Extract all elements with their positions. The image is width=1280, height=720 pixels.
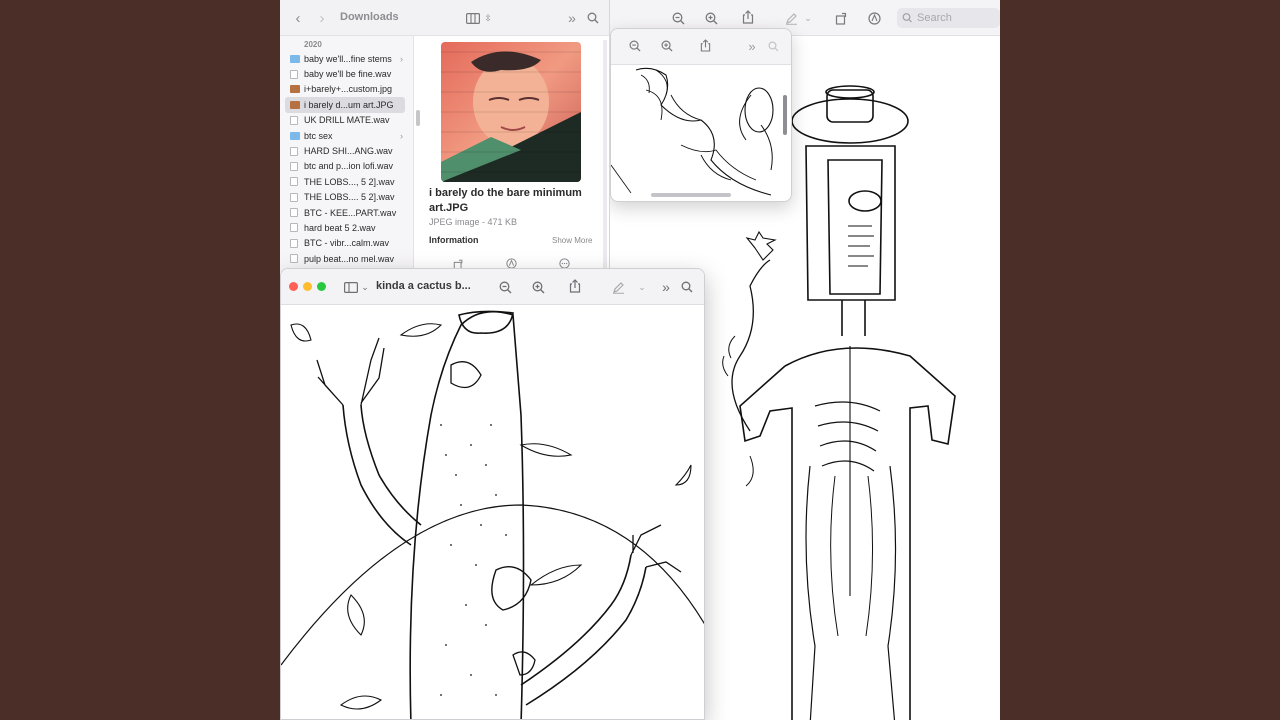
share-icon[interactable] [695, 35, 715, 55]
chevron-down-icon[interactable]: ⌄ [798, 8, 818, 28]
show-more-link[interactable]: Show More [552, 236, 592, 245]
search-placeholder: Search [917, 12, 952, 24]
document-icon [290, 146, 298, 156]
file-list: 2020 baby we'll...fine stems › baby we'll… [280, 36, 414, 272]
finder-title: Downloads [340, 11, 399, 23]
window-title: kinda a cactus b... [376, 280, 471, 292]
zoom-in-icon[interactable] [528, 277, 548, 297]
file-row[interactable]: baby we'll be fine.wav [280, 66, 413, 81]
share-icon[interactable] [738, 7, 758, 27]
preview-window-small[interactable]: » [610, 28, 792, 202]
toolbar-overflow-icon[interactable]: » [656, 277, 676, 297]
file-name: HARD SHI...ANG.wav [304, 146, 393, 157]
file-row[interactable]: btc and p...ion lofi.wav [280, 159, 413, 174]
search-field[interactable]: Search [897, 8, 1000, 28]
finder-toolbar: ‹ › Downloads ⇳ » [280, 0, 609, 36]
zoom-out-icon[interactable] [625, 36, 645, 56]
file-name: hard beat 5 2.wav [304, 222, 376, 233]
file-name: BTC - vibr...calm.wav [304, 238, 390, 249]
file-name: UK DRILL MATE.wav [304, 115, 390, 126]
file-row[interactable]: BTC - KEE...PART.wav [280, 205, 413, 220]
finder-window[interactable]: ‹ › Downloads ⇳ » 2020 baby we'll...fine… [280, 0, 610, 272]
folder-icon [290, 54, 300, 63]
chevron-right-icon: › [400, 53, 403, 64]
document-icon [290, 177, 298, 187]
image-file-icon [290, 100, 300, 109]
chevron-down-icon[interactable]: ⌄ [632, 277, 652, 297]
preview-thumbnail [441, 42, 581, 182]
markup-pen-icon[interactable] [608, 277, 628, 297]
preview-pane-scrollbar[interactable] [603, 40, 607, 272]
rotate-icon[interactable] [831, 8, 851, 28]
file-name: baby we'll...fine stems [304, 53, 392, 64]
file-name: pulp beat...no mel.wav [304, 253, 395, 264]
chevron-down-icon[interactable]: ⌄ [355, 277, 375, 297]
back-arrow-icon[interactable]: ‹ [288, 8, 308, 28]
search-icon [902, 8, 913, 28]
file-row[interactable]: UK DRILL MATE.wav [280, 113, 413, 128]
zoom-in-icon[interactable] [701, 8, 721, 28]
zoom-in-icon[interactable] [657, 36, 677, 56]
file-row[interactable]: baby we'll...fine stems › [280, 51, 413, 66]
file-row-selected[interactable]: i barely d...um art.JPG [285, 97, 405, 113]
document-icon [290, 115, 298, 125]
desktop-area: ⌄ Search » ‹ › Downloads ⇳ » 2020 baby w… [280, 0, 1000, 720]
zoom-button[interactable] [317, 282, 326, 291]
file-name: THE LOBS..., 5 2].wav [304, 176, 395, 187]
document-icon [290, 254, 298, 264]
search-icon[interactable] [763, 36, 783, 56]
file-row[interactable]: i+barely+...custom.jpg [280, 82, 413, 97]
document-icon [290, 161, 298, 171]
folder-icon [290, 131, 300, 140]
toolbar-overflow-icon[interactable]: » [742, 36, 762, 56]
preview-window-front[interactable]: ⌄ kinda a cactus b... ⌄ » [280, 268, 705, 720]
close-button[interactable] [289, 282, 298, 291]
preview-filename: i barely do the bare minimum art.JPG [429, 187, 582, 214]
file-row[interactable]: btc sex › [280, 128, 413, 143]
year-heading: 2020 [304, 40, 322, 49]
document-icon [290, 208, 298, 218]
file-row[interactable]: BTC - vibr...calm.wav [280, 236, 413, 251]
file-row[interactable]: pulp beat...no mel.wav [280, 251, 413, 266]
file-name: btc and p...ion lofi.wav [304, 161, 394, 172]
file-name: baby we'll be fine.wav [304, 69, 392, 80]
file-row[interactable]: THE LOBS.... 5 2].wav [280, 190, 413, 205]
small-window-toolbar: » [611, 29, 791, 65]
chevron-right-icon: › [400, 130, 403, 141]
small-drawing [611, 67, 787, 197]
search-icon[interactable] [583, 8, 603, 28]
file-row[interactable]: THE LOBS..., 5 2].wav [280, 174, 413, 189]
minimize-button[interactable] [303, 282, 312, 291]
file-name: btc sex [304, 130, 333, 141]
image-file-icon [290, 85, 300, 94]
document-icon [290, 69, 298, 79]
front-window-toolbar: ⌄ kinda a cactus b... ⌄ » [281, 269, 704, 305]
share-icon[interactable] [565, 276, 585, 296]
file-name: i barely d...um art.JPG [304, 99, 394, 110]
file-name: i+barely+...custom.jpg [304, 84, 393, 95]
preview-file-meta: JPEG image - 471 KB [429, 217, 518, 227]
file-name: BTC - KEE...PART.wav [304, 207, 397, 218]
file-row[interactable]: HARD SHI...ANG.wav [280, 143, 413, 158]
file-row[interactable]: hard beat 5 2.wav [280, 220, 413, 235]
document-icon [290, 192, 298, 202]
document-icon [290, 223, 298, 233]
search-icon[interactable] [677, 277, 697, 297]
list-scrollbar[interactable] [416, 110, 420, 126]
view-options-chevron-icon[interactable]: ⇳ [478, 8, 498, 28]
cactus-drawing [281, 310, 704, 719]
forward-arrow-icon[interactable]: › [312, 8, 332, 28]
toolbar-overflow-icon[interactable]: » [562, 8, 582, 28]
zoom-out-icon[interactable] [668, 8, 688, 28]
markup-icon[interactable] [864, 8, 884, 28]
document-icon [290, 238, 298, 248]
file-name: THE LOBS.... 5 2].wav [304, 192, 395, 203]
zoom-out-icon[interactable] [495, 277, 515, 297]
information-heading: Information [429, 235, 479, 245]
